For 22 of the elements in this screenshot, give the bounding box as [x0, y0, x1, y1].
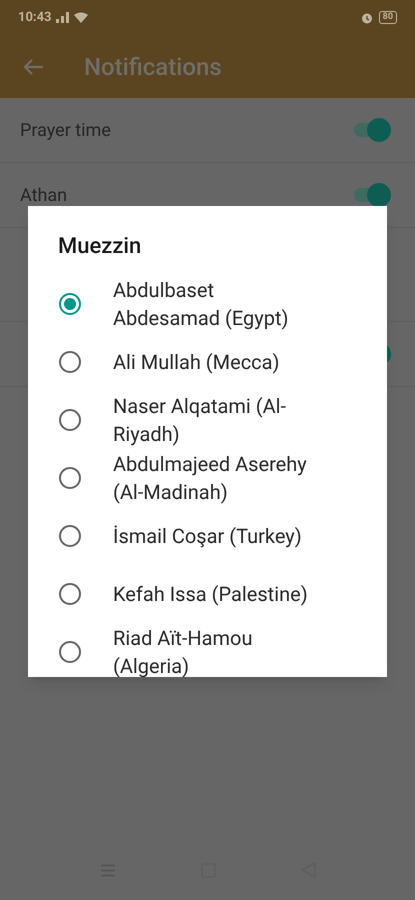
setting-label: Athan [20, 184, 68, 208]
battery-indicator: 80 [378, 11, 397, 24]
alarm-icon [360, 12, 373, 24]
muezzin-option[interactable]: Kefah Issa (Palestine) [28, 565, 387, 623]
muezzin-option[interactable]: Ali Mullah (Mecca) [28, 333, 387, 391]
muezzin-option[interactable]: Naser Alqatami (Al-Riyadh) [28, 391, 387, 449]
setting-label: Prayer time [20, 118, 111, 142]
screen-title: Notifications [84, 52, 222, 82]
wifi-icon [74, 12, 88, 23]
radio-button[interactable] [59, 293, 81, 315]
radio-button[interactable] [59, 351, 81, 373]
muezzin-option[interactable]: Abdulbaset Abdesamad (Egypt) [28, 275, 387, 333]
status-time: 10:43 [18, 8, 52, 27]
radio-button[interactable] [59, 467, 81, 489]
radio-button[interactable] [59, 641, 81, 663]
dialog-title: Muezzin [58, 233, 142, 261]
signal-icon [56, 12, 70, 23]
muezzin-option[interactable]: Abdulmajeed Aserehy (Al-Madinah) [28, 449, 387, 507]
radio-button[interactable] [59, 583, 81, 605]
radio-button[interactable] [59, 525, 81, 547]
muezzin-option[interactable]: İsmail Coşar (Turkey) [28, 507, 387, 565]
radio-button[interactable] [59, 409, 81, 431]
